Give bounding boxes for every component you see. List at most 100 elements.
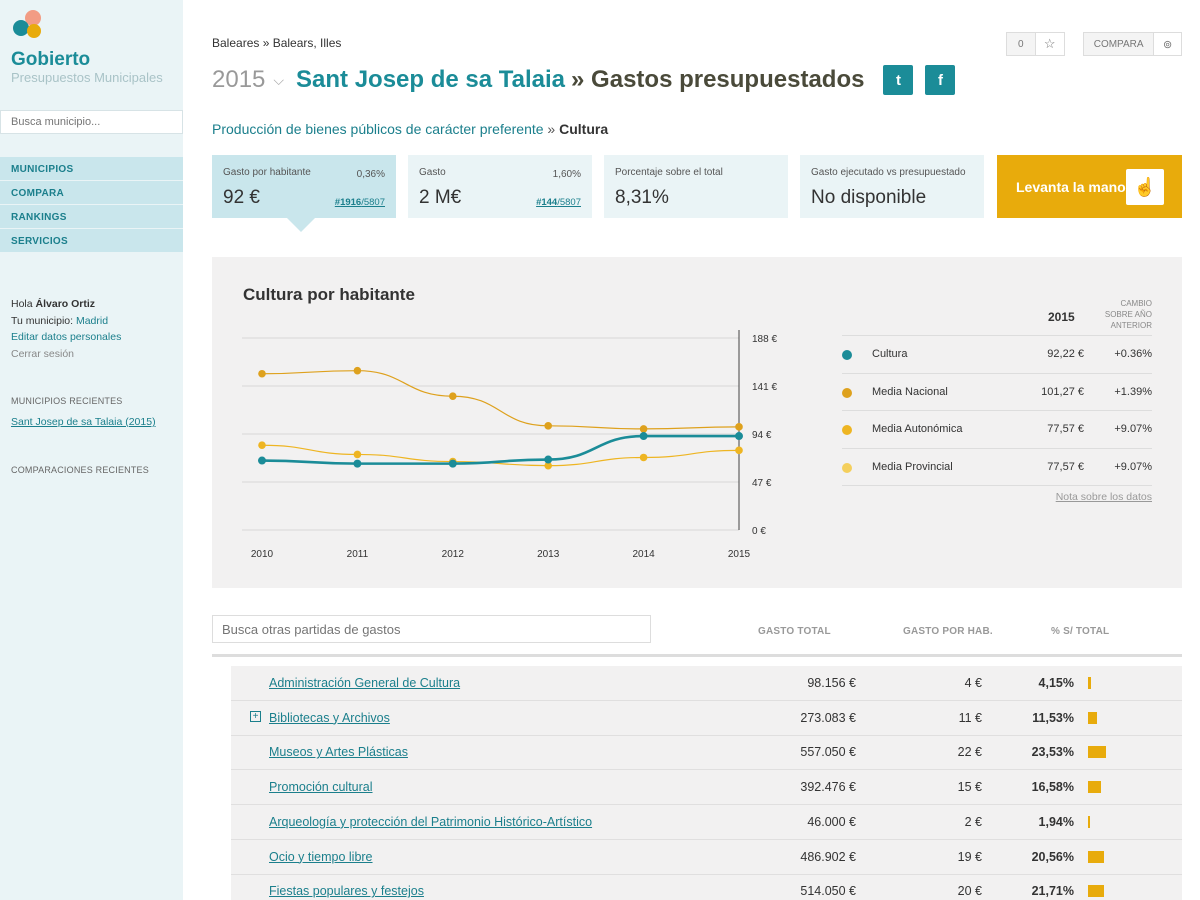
expand-icon[interactable]: + [250,710,261,722]
cell-percent: 4,15% [1038,676,1074,690]
edit-profile-link[interactable]: Editar datos personales [11,331,121,343]
cell-total: 273.083 € [800,710,856,725]
kpi-total-spend[interactable]: Gasto 1,60% 2 M€ #144/5807 [408,155,592,218]
facebook-share-button[interactable]: f [925,65,956,95]
twitter-icon: t [895,71,901,89]
x-tick-label: 2010 [251,549,274,560]
compare-label: COMPARA [1093,38,1144,50]
legend-name: Media Nacional [872,385,948,398]
sidebar-item-municipios[interactable]: MUNICIPIOS [0,157,183,181]
follow-button[interactable]: 0 ☆ [1006,32,1065,56]
table-row[interactable]: Museos y Artes Plásticas 557.050 € 22 € 23,… [231,735,1182,771]
data-point [258,369,266,378]
kpi-label: Gasto ejecutado vs presupuestado [811,167,966,178]
brand-name[interactable]: Gobierto [11,49,90,71]
legend-row-provincial[interactable]: Media Provincial 77,57 € +9.07% [842,449,1152,486]
data-note-link[interactable]: Nota sobre los datos [1056,491,1152,503]
budget-line-link[interactable]: Arqueología y protección del Patrimonio … [269,815,592,829]
cell-per-habitant: 19 € [957,849,982,864]
budget-table: Administración General de Cultura 98.156 … [231,666,1182,900]
legend-row-cultura[interactable]: Cultura 92,22 € +0.36% [842,336,1152,374]
parent-category-link[interactable]: Producción de bienes públicos de carácte… [212,121,544,137]
table-row[interactable]: Promoción cultural 392.476 € 15 € 16,58% [231,770,1182,806]
table-row[interactable]: Ocio y tiempo libre 486.902 € 19 € 20,56% [231,840,1182,875]
data-point [544,422,552,430]
series-line-media-nacional [261,370,740,430]
kpi-rank-link[interactable]: #1916/5807 [335,197,385,208]
sidebar-item-servicios[interactable]: SERVICIOS [0,229,183,253]
data-point [544,455,553,464]
title-section: » Gastos presupuestados [571,66,865,93]
data-point [448,459,457,468]
table-row[interactable]: + Bibliotecas y Archivos 273.083 € 11 € 11,5… [231,701,1182,736]
cell-total: 486.902 € [800,849,856,864]
twitter-share-button[interactable]: t [883,65,914,95]
table-row[interactable]: Arqueología y protección del Patrimonio … [231,805,1182,840]
budget-line-link[interactable]: Bibliotecas y Archivos [269,711,390,725]
y-tick-label: 0 € [752,526,766,537]
cell-per-habitant: 20 € [957,884,982,899]
recent-comparisons-heading: COMPARACIONES RECIENTES [11,465,149,475]
sidebar-item-compara[interactable]: COMPARA [0,181,183,205]
recent-municipality-link[interactable]: Sant Josep de sa Talaia (2015) [11,416,156,428]
cell-per-habitant: 22 € [957,745,982,760]
percent-bar [1088,781,1101,794]
user-municipio-link[interactable]: Madrid [76,315,108,327]
municipality-search-input[interactable] [0,110,183,134]
kpi-executed-vs-budget[interactable]: Gasto ejecutado vs presupuestado No disp… [800,155,984,218]
legend-change-line: SOBRE AÑO [1104,310,1152,319]
budget-line-link[interactable]: Ocio y tiempo libre [269,850,373,864]
budget-line-link[interactable]: Administración General de Cultura [269,676,460,690]
cell-total: 557.050 € [800,745,856,760]
budget-line-link[interactable]: Museos y Artes Plásticas [269,745,408,759]
sidebar-item-rankings[interactable]: RANKINGS [0,205,183,229]
legend-value: 77,57 € [1047,423,1084,435]
y-tick-label: 47 € [752,478,772,489]
region-breadcrumb: Baleares » Balears, Illes [212,36,342,50]
table-row[interactable]: Fiestas populares y festejos 514.050 € 20 … [231,874,1182,900]
budget-line-link[interactable]: Fiestas populares y festejos [269,884,424,898]
data-point [735,446,743,455]
column-header-per-habitant[interactable]: GASTO POR HAB. [903,626,993,637]
legend-name: Media Autonómica [872,423,963,435]
gobierto-logo[interactable] [11,10,45,44]
kpi-value: 8,31% [615,187,669,208]
x-tick-label: 2014 [632,549,655,560]
kpi-rank-link[interactable]: #144/5807 [536,197,581,208]
municipality-name[interactable]: Sant Josep de sa Talaia [296,66,565,94]
cell-total: 392.476 € [800,780,856,795]
cell-total: 98.156 € [807,676,856,690]
percent-bar [1088,850,1104,863]
cell-percent: 21,71% [1031,884,1074,899]
year-selector[interactable]: 2015 [212,66,265,94]
page-title: 2015 ⌵ Sant Josep de sa Talaia » Gastos … [212,63,956,97]
kpi-per-habitant[interactable]: Gasto por habitante 0,36% 92 € #1916/580… [212,155,396,218]
legend-row-autonomica[interactable]: Media Autonómica 77,57 € +9.07% [842,411,1152,449]
x-tick-label: 2011 [347,549,369,560]
logo-icon [11,10,45,44]
budget-line-link[interactable]: Promoción cultural [269,780,373,794]
budget-line-search-input[interactable] [212,615,651,643]
y-tick-label: 141 € [752,382,777,393]
cell-per-habitant: 11 € [958,710,982,725]
kpi-percent-total[interactable]: Porcentaje sobre el total 8,31% [604,155,788,218]
legend-name: Cultura [872,348,908,360]
raise-hand-button[interactable]: Levanta la mano ☝ [997,155,1182,218]
logout-link[interactable]: Cerrar sesión [11,348,74,360]
compare-button[interactable]: COMPARA ⊚ [1083,32,1182,56]
kpi-change: 0,36% [356,169,385,180]
x-tick-label: 2013 [537,549,560,560]
legend-row-nacional[interactable]: Media Nacional 101,27 € +1.39% [842,374,1152,411]
column-header-total[interactable]: GASTO TOTAL [758,626,831,637]
greeting: Hola [11,298,36,310]
x-tick-label: 2012 [442,549,465,560]
current-category: Cultura [559,121,609,137]
column-header-percent[interactable]: % S/ TOTAL [1051,626,1109,637]
cell-percent: 1,94% [1038,814,1074,829]
table-row[interactable]: Administración General de Cultura 98.156 … [231,666,1182,701]
chevron-down-icon[interactable]: ⌵ [273,72,284,89]
cell-per-habitant: 2 € [964,814,982,829]
facebook-icon: f [937,71,943,89]
follow-count: 0 [1017,38,1024,50]
legend-dot [842,350,852,360]
